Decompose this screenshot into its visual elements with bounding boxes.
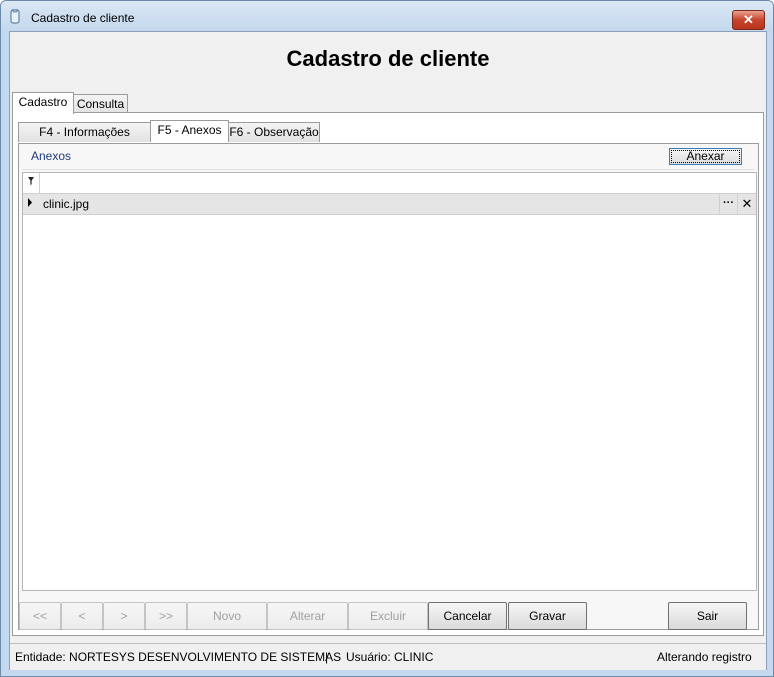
tab-informacoes-basicas[interactable]: F4 - Informações básicas <box>18 122 151 158</box>
cancelar-button[interactable]: Cancelar <box>428 602 507 630</box>
gravar-button[interactable]: Gravar <box>508 602 587 630</box>
app-icon <box>9 8 21 24</box>
tab-anexos[interactable]: F5 - Anexos <box>150 120 229 142</box>
filter-row[interactable] <box>23 173 756 194</box>
next-record-button[interactable]: > <box>103 602 145 630</box>
attachments-grid[interactable]: clinic.jpg ··· ✕ <box>22 172 757 591</box>
cadastro-panel: F4 - Informações básicas F5 - Anexos F6 … <box>12 112 764 636</box>
window-title: Cadastro de cliente <box>31 11 135 25</box>
sair-button[interactable]: Sair <box>668 602 747 630</box>
title-bar[interactable]: Cadastro de cliente ✕ <box>1 1 773 31</box>
alterar-button[interactable]: Alterar <box>267 602 348 630</box>
excluir-button[interactable]: Excluir <box>348 602 428 630</box>
client-area: Cadastro de cliente Cadastro Consulta F4… <box>9 31 767 670</box>
status-mode: Alterando registro <box>657 650 752 664</box>
first-record-button[interactable]: << <box>19 602 61 630</box>
page-title: Cadastro de cliente <box>286 46 490 71</box>
close-window-button[interactable]: ✕ <box>732 10 765 30</box>
row-pointer-icon <box>27 198 33 209</box>
tab-cadastro[interactable]: Cadastro <box>12 92 74 114</box>
status-bar: Entidade: NORTESYS DESENVOLVIMENTO DE SI… <box>10 643 766 670</box>
status-usuario: Usuário: CLINIC <box>346 650 434 664</box>
last-record-button[interactable]: >> <box>145 602 187 630</box>
table-row[interactable]: clinic.jpg ··· ✕ <box>23 194 756 215</box>
status-entidade: Entidade: NORTESYS DESENVOLVIMENTO DE SI… <box>15 650 342 664</box>
app-window: Cadastro de cliente ✕ Cadastro de client… <box>0 0 774 677</box>
divider <box>22 169 755 170</box>
tab-observacao[interactable]: F6 - Observação <box>228 122 320 142</box>
delete-attachment-button[interactable]: ✕ <box>737 194 756 214</box>
novo-button[interactable]: Novo <box>187 602 267 630</box>
anexar-button[interactable]: Anexar <box>669 148 742 165</box>
filter-icon[interactable] <box>27 176 35 189</box>
attachment-filename: clinic.jpg <box>43 197 90 211</box>
status-separator: | <box>325 650 329 664</box>
open-attachment-button[interactable]: ··· <box>719 194 737 214</box>
previous-record-button[interactable]: < <box>61 602 103 630</box>
anexos-panel: Anexos Anexar clinic.jpg ··· ✕ <box>18 143 759 630</box>
tab-consulta[interactable]: Consulta <box>73 94 128 114</box>
anexos-label: Anexos <box>31 149 72 163</box>
